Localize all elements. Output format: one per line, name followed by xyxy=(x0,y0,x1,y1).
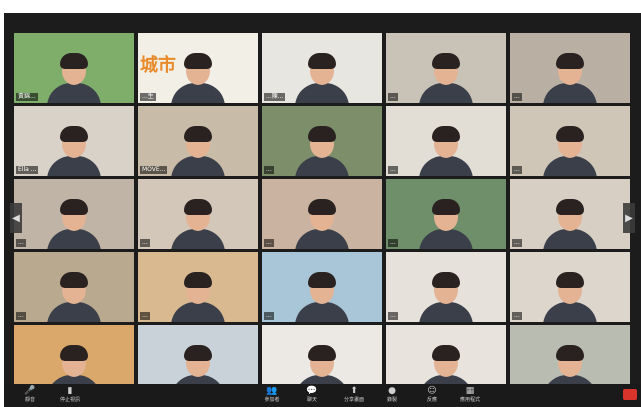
participant-name-label: ... xyxy=(512,239,522,247)
participant-name-label: ... xyxy=(140,239,150,247)
chat-button[interactable]: 💬 聊天 xyxy=(294,386,330,404)
participant-name-label: ...生 xyxy=(140,93,156,101)
participant-tile[interactable]: 城市 ...生 xyxy=(138,33,258,103)
participant-video xyxy=(171,51,225,103)
prev-page-button[interactable]: ◀ xyxy=(10,203,22,233)
participant-video xyxy=(419,124,473,176)
toolbar-label: 停止視訊 xyxy=(59,397,80,403)
participant-video xyxy=(543,124,597,176)
microphone-icon: 🎤 xyxy=(24,386,36,396)
toolbar-label: 反應 xyxy=(426,397,437,403)
participant-video xyxy=(543,270,597,322)
participant-tile[interactable]: ...陳... xyxy=(262,33,382,103)
record-button[interactable]: ● 錄製 xyxy=(374,386,410,404)
participant-name-label: ... xyxy=(512,93,522,101)
participant-video xyxy=(171,270,225,322)
participant-video xyxy=(295,51,349,103)
participant-name-label: ... xyxy=(140,312,150,320)
participant-name-label: ... xyxy=(388,93,398,101)
participant-tile[interactable]: 黃錦... xyxy=(14,33,134,103)
participant-name-label: ... xyxy=(264,312,274,320)
share-screen-icon: ⬆ xyxy=(350,386,358,396)
participant-video xyxy=(171,197,225,249)
participant-tile[interactable]: ... xyxy=(138,179,258,249)
participant-name-label: Ella ... xyxy=(16,166,39,174)
chat-icon: 💬 xyxy=(306,386,318,396)
participant-name-label: MOVE... xyxy=(140,166,168,174)
end-meeting-button[interactable] xyxy=(623,389,637,400)
participant-tile[interactable]: ... xyxy=(510,179,630,249)
participants-icon: 👥 xyxy=(266,386,278,396)
toolbar-label: 靜音 xyxy=(24,397,35,403)
participant-video xyxy=(47,51,101,103)
participant-video xyxy=(47,197,101,249)
participant-tile[interactable]: MOVE... xyxy=(138,106,258,176)
participant-name-label: ...陳... xyxy=(264,93,286,101)
participant-tile[interactable]: ... xyxy=(14,252,134,322)
toolbar-label: 錄製 xyxy=(386,397,397,403)
participant-tile[interactable]: ... xyxy=(138,252,258,322)
participant-tile[interactable]: ... xyxy=(510,106,630,176)
participant-tile[interactable]: ... xyxy=(262,106,382,176)
participant-tile[interactable]: Ella ... xyxy=(14,106,134,176)
toolbar-label: 聊天 xyxy=(306,397,317,403)
toolbar-label: 參加者 xyxy=(264,397,280,403)
participant-video xyxy=(295,197,349,249)
participant-tile[interactable]: ... xyxy=(386,106,506,176)
video-gallery: 黃錦... 城市 ...生 ...陳......... Ella ... MOVE....… xyxy=(14,33,634,397)
chevron-left-icon: ◀ xyxy=(12,212,20,224)
participant-video xyxy=(543,197,597,249)
participant-tile[interactable]: ... xyxy=(386,179,506,249)
participant-name-label: ... xyxy=(512,312,522,320)
participant-name-label: ... xyxy=(388,312,398,320)
share-screen-button[interactable]: ⬆ 分享畫面 xyxy=(336,386,372,404)
participant-video xyxy=(295,124,349,176)
camera-button[interactable]: ▮ 停止視訊 xyxy=(52,386,88,404)
toolbar-label: 分享畫面 xyxy=(343,397,364,403)
participant-name-label: ... xyxy=(16,312,26,320)
meeting-window: 黃錦... 城市 ...生 ...陳......... Ella ... MOVE....… xyxy=(4,13,641,407)
participant-video xyxy=(171,124,225,176)
chevron-right-icon: ▶ xyxy=(625,212,633,224)
participant-video xyxy=(47,124,101,176)
participant-video xyxy=(543,51,597,103)
participant-tile[interactable]: ... xyxy=(510,252,630,322)
record-icon: ● xyxy=(388,386,396,396)
apps-button[interactable]: ▦ 應用程式 xyxy=(452,386,488,404)
toolbar-label: 應用程式 xyxy=(459,397,480,403)
participant-video xyxy=(47,270,101,322)
apps-icon: ▦ xyxy=(465,386,475,396)
participants-button[interactable]: 👥 參加者 xyxy=(254,386,290,404)
participant-tile[interactable]: ... xyxy=(386,33,506,103)
reactions-icon: ☺ xyxy=(427,386,437,396)
participant-tile[interactable]: ... xyxy=(510,33,630,103)
participant-name-label: ... xyxy=(388,239,398,247)
reactions-button[interactable]: ☺ 反應 xyxy=(414,386,450,404)
participant-name-label: ... xyxy=(264,166,274,174)
participant-name-label: ... xyxy=(388,166,398,174)
participant-tile[interactable]: ... xyxy=(262,179,382,249)
participant-tile[interactable]: ... xyxy=(262,252,382,322)
participant-video xyxy=(419,51,473,103)
next-page-button[interactable]: ▶ xyxy=(623,203,635,233)
camera-icon: ▮ xyxy=(67,386,73,396)
participant-name-label: ... xyxy=(264,239,274,247)
participant-video xyxy=(295,270,349,322)
participant-tile[interactable]: ... xyxy=(386,252,506,322)
participant-video xyxy=(419,197,473,249)
microphone-button[interactable]: 🎤 靜音 xyxy=(12,386,48,404)
meeting-toolbar: 🎤 靜音 ▮ 停止視訊 👥 參加者 💬 聊天 ⬆ 分享畫面 ● 錄製 ☺ 反應 ▦ 應用程式 xyxy=(4,384,641,407)
participant-name-label: ... xyxy=(16,239,26,247)
participant-name-label: 黃錦... xyxy=(16,93,38,101)
participant-video xyxy=(419,270,473,322)
participant-tile[interactable]: ... xyxy=(14,179,134,249)
participant-name-label: ... xyxy=(512,166,522,174)
